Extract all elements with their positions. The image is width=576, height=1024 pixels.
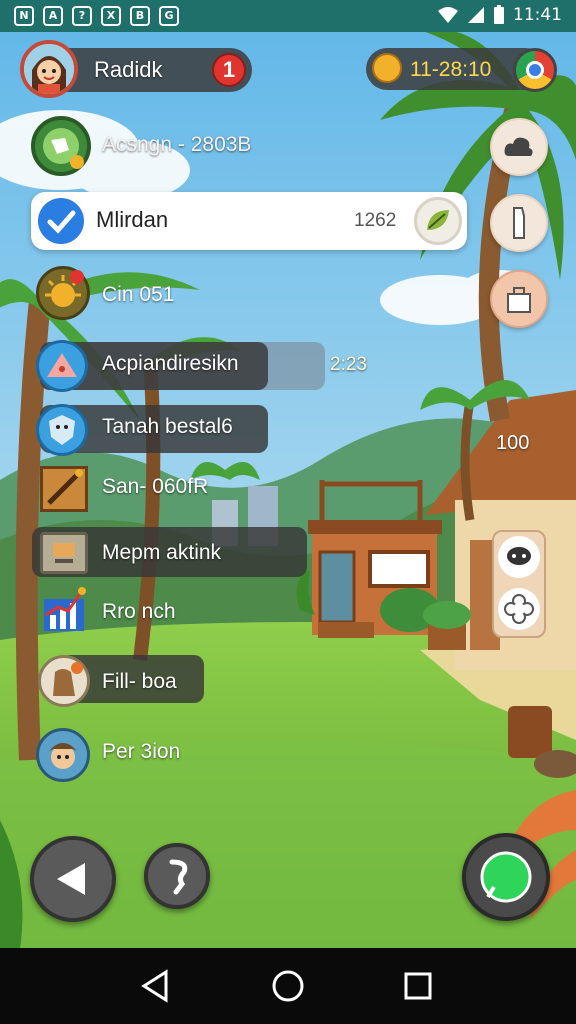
chat-control-button[interactable]: [462, 833, 550, 921]
shield-icon: [49, 415, 75, 445]
list-item-value: 1262: [354, 210, 397, 231]
alert-badge[interactable]: 1: [212, 53, 246, 87]
chrome-icon[interactable]: [513, 48, 557, 92]
card-icon: [40, 532, 88, 574]
list-item-icon[interactable]: [31, 116, 91, 176]
checkmark-icon: [38, 198, 84, 244]
list-item-label: Cin 051: [102, 283, 175, 306]
sun-icon: [45, 270, 84, 307]
info-control-button[interactable]: [144, 843, 210, 909]
whatsapp-icon: [480, 851, 532, 903]
list-item-label: Per 3ion: [102, 740, 181, 763]
list-item-label: Acsngn - 2803B: [102, 133, 252, 156]
notification-icon-3: ?: [72, 6, 92, 26]
list-item-label: San- 060fR: [102, 475, 209, 498]
list-item-label: Rro nch: [102, 600, 176, 623]
player-avatar[interactable]: [20, 40, 78, 98]
list-item-label: Mepm aktink: [102, 541, 222, 564]
globe-icon: [43, 128, 84, 169]
chat-bubble-icon: [507, 547, 531, 565]
house-label: 100: [496, 432, 530, 454]
info-icon: [169, 859, 188, 895]
bottle-icon: [513, 207, 525, 239]
signal-icon: [468, 7, 484, 23]
status-bar: N A ? X B G 11:41: [0, 0, 576, 32]
chat-bubble-button[interactable]: [498, 536, 540, 578]
back-control-button[interactable]: [30, 836, 116, 922]
notification-icon-2: A: [43, 6, 63, 26]
warning-icon: [47, 353, 77, 377]
flower-button[interactable]: [498, 588, 540, 630]
chart-icon[interactable]: [42, 585, 86, 633]
coin-face-icon: [372, 53, 402, 83]
status-time: 11:41: [513, 5, 562, 25]
notification-icon-1: N: [14, 6, 34, 26]
gear-flower-icon: [504, 594, 534, 624]
notification-icon-4: X: [101, 6, 121, 26]
list-item-value: 2:23: [330, 354, 367, 375]
list-item-label: Fill- boa: [102, 670, 177, 693]
alert-badge-count: 1: [222, 57, 236, 82]
list-item-label: Acpiandiresikn: [102, 352, 239, 375]
back-triangle-icon[interactable]: [140, 968, 172, 1004]
side-button-bottle[interactable]: [490, 194, 548, 252]
leaf-icon[interactable]: [414, 197, 462, 245]
notification-icon-5: B: [130, 6, 150, 26]
cloud-icon: [504, 137, 533, 156]
system-navigation-bar: [0, 948, 576, 1024]
list-item-icon[interactable]: [36, 404, 88, 456]
hammer-icon[interactable]: [40, 466, 88, 512]
list-item-icon[interactable]: [36, 340, 88, 392]
home-circle-icon[interactable]: [270, 968, 306, 1004]
currency-value: 11-28:10: [410, 58, 492, 81]
list-item-label: Tanah bestal6: [102, 415, 233, 438]
sack-icon: [53, 662, 83, 696]
player-name: Radidk: [94, 57, 163, 82]
play-back-icon: [57, 863, 85, 895]
notification-icons: N A ? X B G: [14, 6, 179, 26]
girl-face-icon: [24, 44, 74, 94]
list-item-icon[interactable]: [38, 655, 90, 707]
bag-icon: [507, 287, 531, 313]
notification-icon-6: G: [159, 6, 179, 26]
list-item-icon[interactable]: [36, 728, 90, 782]
profile-icon: [49, 743, 77, 769]
side-button-cloud[interactable]: [490, 118, 548, 176]
wifi-icon: [438, 7, 458, 23]
battery-icon: [494, 5, 504, 24]
list-item-label: Mlirdan: [96, 207, 169, 232]
side-button-bag[interactable]: [490, 270, 548, 328]
list-item-icon[interactable]: [36, 266, 90, 320]
recent-square-icon[interactable]: [402, 970, 434, 1002]
